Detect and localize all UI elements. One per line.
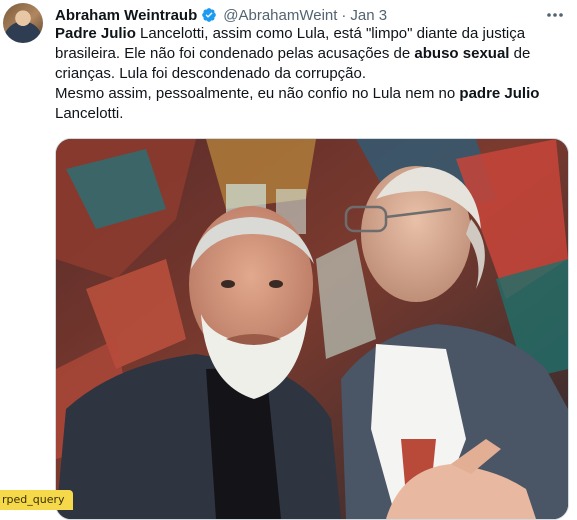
- author-name[interactable]: Abraham Weintraub: [55, 7, 197, 24]
- author-avatar[interactable]: [3, 3, 43, 43]
- text-bold-segment: abuso sexual: [414, 45, 510, 62]
- tweet-paragraph-1: Padre Julio Lancelotti, assim como Lula,…: [55, 24, 571, 84]
- tweet-photo[interactable]: [55, 138, 569, 520]
- tweet-date[interactable]: Jan 3: [350, 7, 387, 24]
- tweet-header: Abraham Weintraub @AbrahamWeint · Jan 3: [55, 5, 553, 25]
- text-bold-segment: padre Julio: [459, 85, 540, 102]
- more-options-icon[interactable]: [545, 7, 565, 23]
- verified-badge-icon: [201, 7, 217, 23]
- separator-dot: ·: [341, 6, 347, 24]
- text-segment: Lancelotti.: [55, 105, 124, 122]
- text-segment: Mesmo assim, pessoalmente, eu não confio…: [55, 85, 460, 102]
- tweet-text: Padre Julio Lancelotti, assim como Lula,…: [55, 24, 571, 124]
- author-handle[interactable]: @AbrahamWeint: [223, 7, 337, 24]
- text-bold-segment: Padre Julio: [55, 25, 136, 42]
- tweet-paragraph-2: Mesmo assim, pessoalmente, eu não confio…: [55, 84, 571, 124]
- overlay-tag: rped_query: [0, 490, 73, 510]
